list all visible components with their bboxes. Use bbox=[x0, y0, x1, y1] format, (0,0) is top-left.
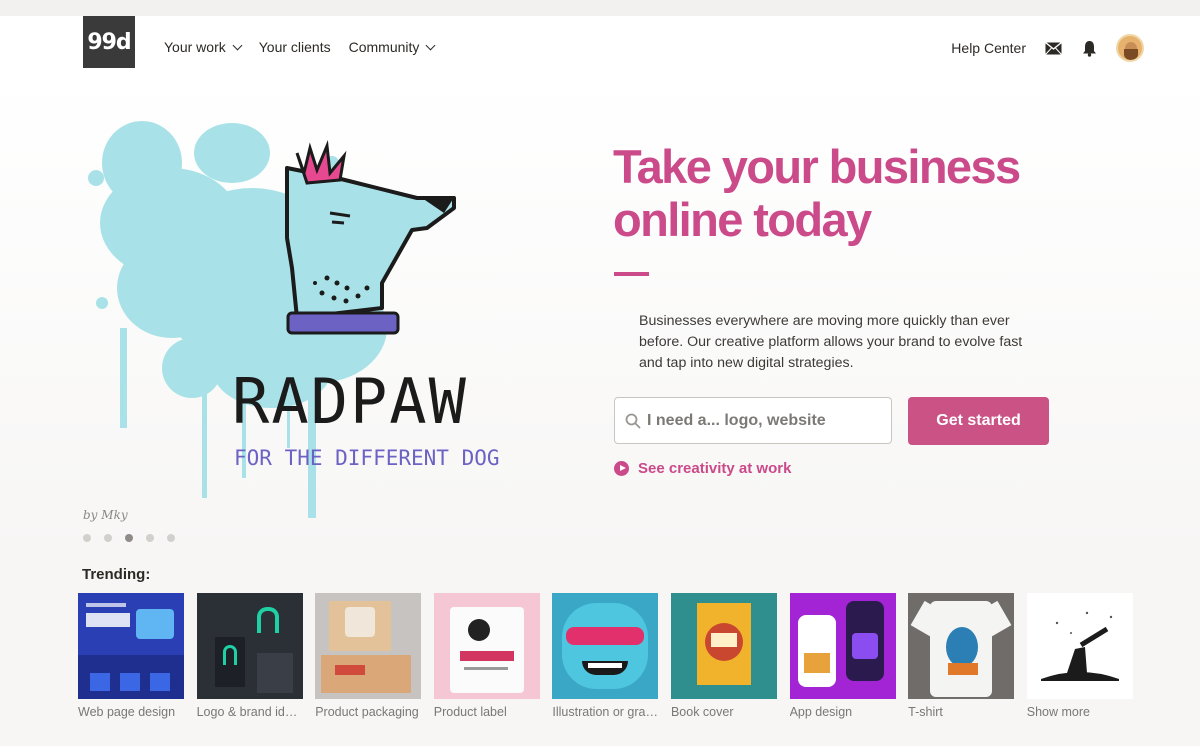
hero-illustration: RADPAW FOR THE DIFFERENT DOG bbox=[82, 118, 552, 518]
trending-cards: Web page design Logo & brand identity Pr… bbox=[78, 593, 1133, 719]
search-icon bbox=[625, 413, 641, 429]
thumb-book-cover bbox=[670, 593, 777, 699]
card-label: App design bbox=[789, 705, 853, 719]
carousel-dot-2[interactable] bbox=[104, 534, 112, 542]
radpaw-tagline: FOR THE DIFFERENT DOG bbox=[234, 446, 500, 470]
card-label: Illustration or graphics bbox=[552, 705, 658, 719]
card-label: Product packaging bbox=[315, 705, 419, 719]
chevron-down-icon bbox=[425, 40, 436, 50]
main-nav: Your work Your clients Community bbox=[164, 39, 436, 55]
search-box bbox=[614, 397, 892, 444]
card-label: Web page design bbox=[78, 705, 176, 719]
hero-headline: Take your business online today bbox=[613, 140, 1021, 246]
carousel-dot-1[interactable] bbox=[83, 534, 91, 542]
trending-card-show-more[interactable]: Show more bbox=[1026, 593, 1133, 719]
nav-community[interactable]: Community bbox=[348, 39, 436, 55]
carousel-dot-3[interactable] bbox=[125, 534, 133, 542]
trending-card-logo[interactable]: Logo & brand identity bbox=[196, 593, 303, 719]
nav-your-work-label: Your work bbox=[164, 39, 226, 55]
thumb-web-page bbox=[78, 593, 184, 699]
thumb-illustration bbox=[552, 593, 659, 699]
card-label: T-shirt bbox=[908, 705, 943, 719]
play-icon bbox=[614, 461, 629, 476]
carousel-dots bbox=[83, 534, 175, 542]
trending-card-app[interactable]: App design bbox=[789, 593, 896, 719]
trending-card-illustration[interactable]: Illustration or graphics bbox=[552, 593, 659, 719]
trending-card-web[interactable]: Web page design bbox=[78, 593, 184, 719]
nav-your-work[interactable]: Your work bbox=[164, 39, 243, 55]
header-actions: Help Center bbox=[951, 34, 1144, 62]
bell-icon[interactable] bbox=[1080, 39, 1098, 57]
user-avatar[interactable] bbox=[1116, 34, 1144, 62]
thumb-show-more bbox=[1026, 593, 1133, 699]
help-center-link[interactable]: Help Center bbox=[951, 40, 1026, 56]
avatar-beard bbox=[1124, 49, 1138, 60]
trending-title: Trending: bbox=[82, 566, 151, 583]
dog-head bbox=[285, 140, 456, 335]
card-label: Show more bbox=[1026, 705, 1090, 719]
hero-lead: Businesses everywhere are moving more qu… bbox=[639, 313, 1023, 371]
get-started-button[interactable]: Get started bbox=[908, 397, 1049, 445]
thumb-logo-brand bbox=[196, 593, 303, 699]
headline-divider bbox=[614, 272, 649, 276]
thumb-product-label bbox=[433, 593, 540, 699]
artist-byline[interactable]: by Mky bbox=[83, 508, 128, 522]
trending-card-packaging[interactable]: Product packaging bbox=[315, 593, 422, 719]
carousel-dot-4[interactable] bbox=[146, 534, 154, 542]
trending-card-tshirt[interactable]: T-shirt bbox=[908, 593, 1015, 719]
mail-icon[interactable] bbox=[1044, 39, 1062, 57]
thumb-app-design bbox=[789, 593, 896, 699]
radpaw-wordmark: RADPAW bbox=[232, 365, 468, 438]
see-creativity-link[interactable]: See creativity at work bbox=[614, 460, 791, 477]
nav-your-clients-label: Your clients bbox=[258, 39, 331, 55]
browser-top-strip bbox=[0, 0, 1200, 16]
card-label: Book cover bbox=[670, 705, 734, 719]
trending-card-label[interactable]: Product label bbox=[433, 593, 540, 719]
card-label: Logo & brand identity bbox=[196, 705, 303, 719]
see-creativity-label: See creativity at work bbox=[638, 460, 792, 477]
nav-your-clients[interactable]: Your clients bbox=[259, 39, 331, 55]
site-header: 99d Your work Your clients Community Hel… bbox=[0, 16, 1200, 80]
thumb-tshirt bbox=[908, 593, 1015, 699]
carousel-dot-5[interactable] bbox=[167, 534, 175, 542]
chevron-down-icon bbox=[232, 40, 243, 50]
search-input[interactable] bbox=[647, 411, 877, 430]
nav-community-label: Community bbox=[348, 39, 420, 55]
thumb-packaging bbox=[315, 593, 422, 699]
card-label: Product label bbox=[433, 705, 507, 719]
logo[interactable]: 99d bbox=[83, 16, 135, 68]
trending-card-book[interactable]: Book cover bbox=[670, 593, 777, 719]
